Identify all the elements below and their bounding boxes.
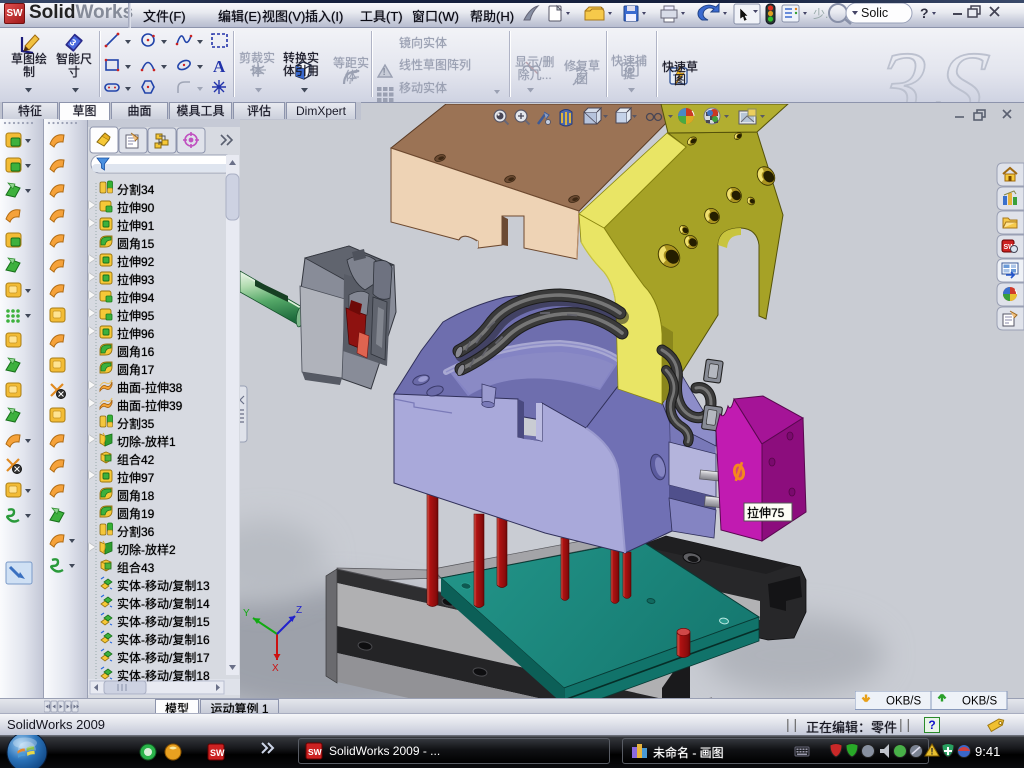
svg-text:Z: Z <box>296 605 302 616</box>
svg-text:A: A <box>213 57 226 76</box>
svg-text:OKB/S: OKB/S <box>962 696 997 708</box>
svg-text:拉伸75: 拉伸75 <box>747 505 785 520</box>
svg-text:!: ! <box>931 747 934 757</box>
svg-text:?: ? <box>920 5 929 21</box>
svg-text:OKB/S: OKB/S <box>886 696 921 708</box>
svg-text:!: ! <box>383 67 386 78</box>
svg-text:SW: SW <box>210 748 225 758</box>
svg-text:S: S <box>926 31 996 102</box>
svg-text:Y: Y <box>243 608 250 619</box>
svg-text:Solic: Solic <box>861 6 888 20</box>
svg-text:X: X <box>272 663 279 674</box>
svg-text:3: 3 <box>864 31 935 102</box>
svg-text:SW: SW <box>308 747 323 757</box>
